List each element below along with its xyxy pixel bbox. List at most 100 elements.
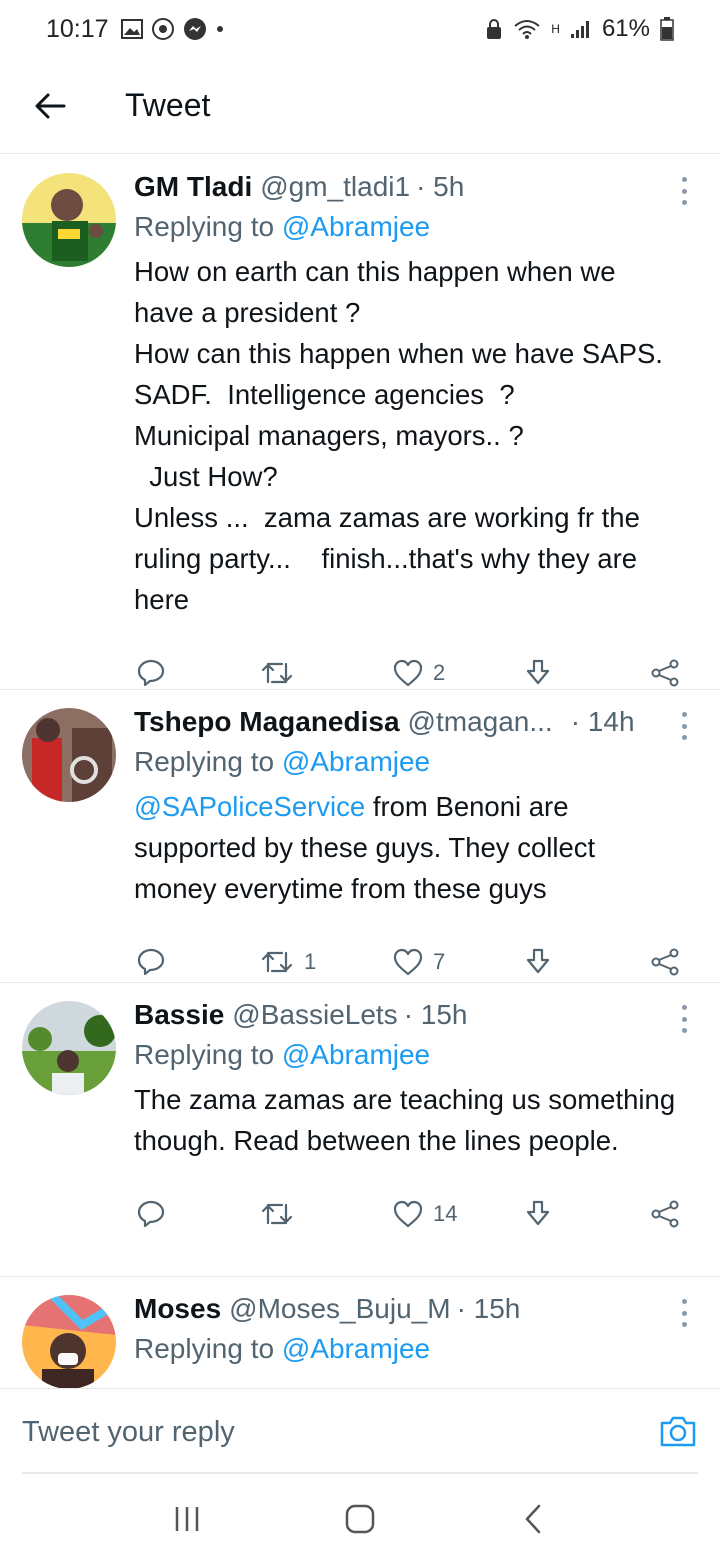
- like-button[interactable]: 14: [393, 1200, 457, 1228]
- like-count: 2: [433, 660, 446, 685]
- replying-to-label: Replying to: [134, 1333, 282, 1364]
- system-nav-bar: [0, 1478, 720, 1560]
- share-button[interactable]: [650, 659, 680, 687]
- camera-button[interactable]: [658, 1411, 698, 1451]
- reply-composer: [0, 1388, 720, 1478]
- tweet-header: Bassie @BassieLets · 15h: [134, 995, 678, 1035]
- reply-input[interactable]: [22, 1393, 698, 1474]
- replying-to-label: Replying to: [134, 1039, 282, 1070]
- retweet-button[interactable]: [260, 1201, 304, 1227]
- tweet-time: · 5h: [416, 171, 465, 202]
- status-bar: 10:17 H 61%: [0, 0, 720, 58]
- messenger-icon: [183, 17, 207, 41]
- share-icon: [651, 948, 679, 976]
- page-title: Tweet: [125, 87, 211, 123]
- like-button[interactable]: 7: [393, 948, 445, 976]
- tweet[interactable]: Tshepo Maganedisa @tmagan... · 14h Reply…: [0, 690, 720, 983]
- replying-to: Replying to @Abramjee: [134, 1329, 678, 1369]
- tweet[interactable]: GM Tladi @gm_tladi1 · 5h Replying to @Ab…: [0, 155, 720, 690]
- network-type-label: H: [551, 22, 560, 36]
- retweet-icon: [261, 1203, 293, 1225]
- share-button[interactable]: [650, 1200, 680, 1228]
- camera-icon: [660, 1416, 696, 1447]
- tweet-body: Bassie @BassieLets · 15h Replying to @Ab…: [134, 995, 698, 1161]
- wifi-icon: [513, 18, 541, 40]
- tweet[interactable]: Moses @Moses_Buju_M · 15h Replying to @A…: [0, 1277, 720, 1388]
- share-button[interactable]: [650, 948, 680, 976]
- chevron-left-icon: [526, 1504, 541, 1534]
- author-name[interactable]: Tshepo Maganedisa: [134, 702, 400, 742]
- replying-to: Replying to @Abramjee: [134, 1035, 678, 1075]
- replying-to-mention[interactable]: @Abramjee: [282, 1039, 430, 1070]
- tweet-text: How on earth can this happen when we hav…: [134, 256, 663, 615]
- replying-to-label: Replying to: [134, 211, 282, 242]
- battery-percent: 61%: [601, 15, 650, 42]
- recent-apps-icon: [175, 1507, 198, 1531]
- more-options-button[interactable]: [674, 1299, 694, 1327]
- retweet-count: 1: [304, 949, 317, 974]
- signal-icon: [570, 19, 592, 39]
- share-icon: [651, 659, 679, 687]
- like-button[interactable]: 2: [393, 659, 445, 687]
- bookmark-button[interactable]: [524, 948, 552, 976]
- sync-icon: [151, 17, 175, 41]
- avatar[interactable]: [22, 1001, 116, 1095]
- reply-button[interactable]: [136, 1200, 176, 1228]
- tweet-header: Tshepo Maganedisa @tmagan... · 14h: [134, 702, 678, 742]
- replying-to-label: Replying to: [134, 746, 282, 777]
- retweet-icon: [261, 951, 293, 973]
- author-handle[interactable]: @tmagan...: [408, 702, 553, 742]
- reply-button[interactable]: [136, 948, 176, 976]
- author-name[interactable]: Moses: [134, 1289, 221, 1329]
- replying-to-mention[interactable]: @Abramjee: [282, 1333, 430, 1364]
- replying-to-mention[interactable]: @Abramjee: [282, 746, 430, 777]
- more-options-button[interactable]: [674, 1005, 694, 1033]
- home-button[interactable]: [330, 1489, 390, 1549]
- heart-icon: [393, 1200, 423, 1228]
- status-time: 10:17: [46, 14, 109, 43]
- author-handle[interactable]: @Moses_Buju_M: [229, 1289, 450, 1329]
- replying-to-mention[interactable]: @Abramjee: [282, 211, 430, 242]
- retweet-icon: [261, 662, 293, 684]
- author-handle[interactable]: @BassieLets: [232, 995, 397, 1035]
- bookmark-button[interactable]: [524, 1200, 552, 1228]
- battery-icon: [660, 17, 674, 41]
- share-icon: [651, 1200, 679, 1228]
- avatar[interactable]: [22, 173, 116, 267]
- author-name[interactable]: Bassie: [134, 995, 224, 1035]
- heart-icon: [393, 948, 423, 976]
- recent-apps-button[interactable]: [157, 1489, 217, 1549]
- system-icons: H 61%: [485, 15, 674, 43]
- lock-icon: [485, 18, 503, 40]
- retweet-button[interactable]: 1: [260, 949, 316, 975]
- tweet-text: @SAPoliceService from Benoni are support…: [134, 786, 678, 909]
- retweet-button[interactable]: [260, 660, 304, 686]
- back-nav-button[interactable]: [503, 1489, 563, 1549]
- reply-button[interactable]: [136, 659, 176, 687]
- dot-icon: [215, 24, 225, 34]
- tweet-body: Tshepo Maganedisa @tmagan... · 14h Reply…: [134, 702, 698, 909]
- bookmark-button[interactable]: [524, 659, 552, 687]
- tweet-time: · 14h: [570, 706, 635, 737]
- replying-to: Replying to @Abramjee: [134, 207, 678, 247]
- like-count: 14: [433, 1201, 458, 1226]
- author-name[interactable]: GM Tladi: [134, 167, 252, 207]
- tweet-mention[interactable]: @SAPoliceService: [134, 791, 365, 822]
- tweet-header: Moses @Moses_Buju_M · 15h: [134, 1289, 678, 1329]
- back-button[interactable]: [20, 76, 80, 136]
- reply-icon: [137, 1200, 165, 1228]
- more-options-button[interactable]: [674, 177, 694, 205]
- avatar[interactable]: [22, 1295, 116, 1388]
- more-options-button[interactable]: [674, 712, 694, 740]
- tweet-body: GM Tladi @gm_tladi1 · 5h Replying to @Ab…: [134, 167, 698, 620]
- tweet-time: · 15h: [456, 1293, 521, 1324]
- tweet-body: Moses @Moses_Buju_M · 15h Replying to @A…: [134, 1289, 698, 1369]
- like-count: 7: [433, 949, 446, 974]
- reply-icon: [137, 948, 165, 976]
- avatar[interactable]: [22, 708, 116, 802]
- arrow-left-icon: [35, 93, 66, 118]
- tweet-header: GM Tladi @gm_tladi1 · 5h: [134, 167, 678, 207]
- author-handle[interactable]: @gm_tladi1: [260, 167, 410, 207]
- tweet[interactable]: Bassie @BassieLets · 15h Replying to @Ab…: [0, 983, 720, 1277]
- notification-icons: [120, 17, 225, 41]
